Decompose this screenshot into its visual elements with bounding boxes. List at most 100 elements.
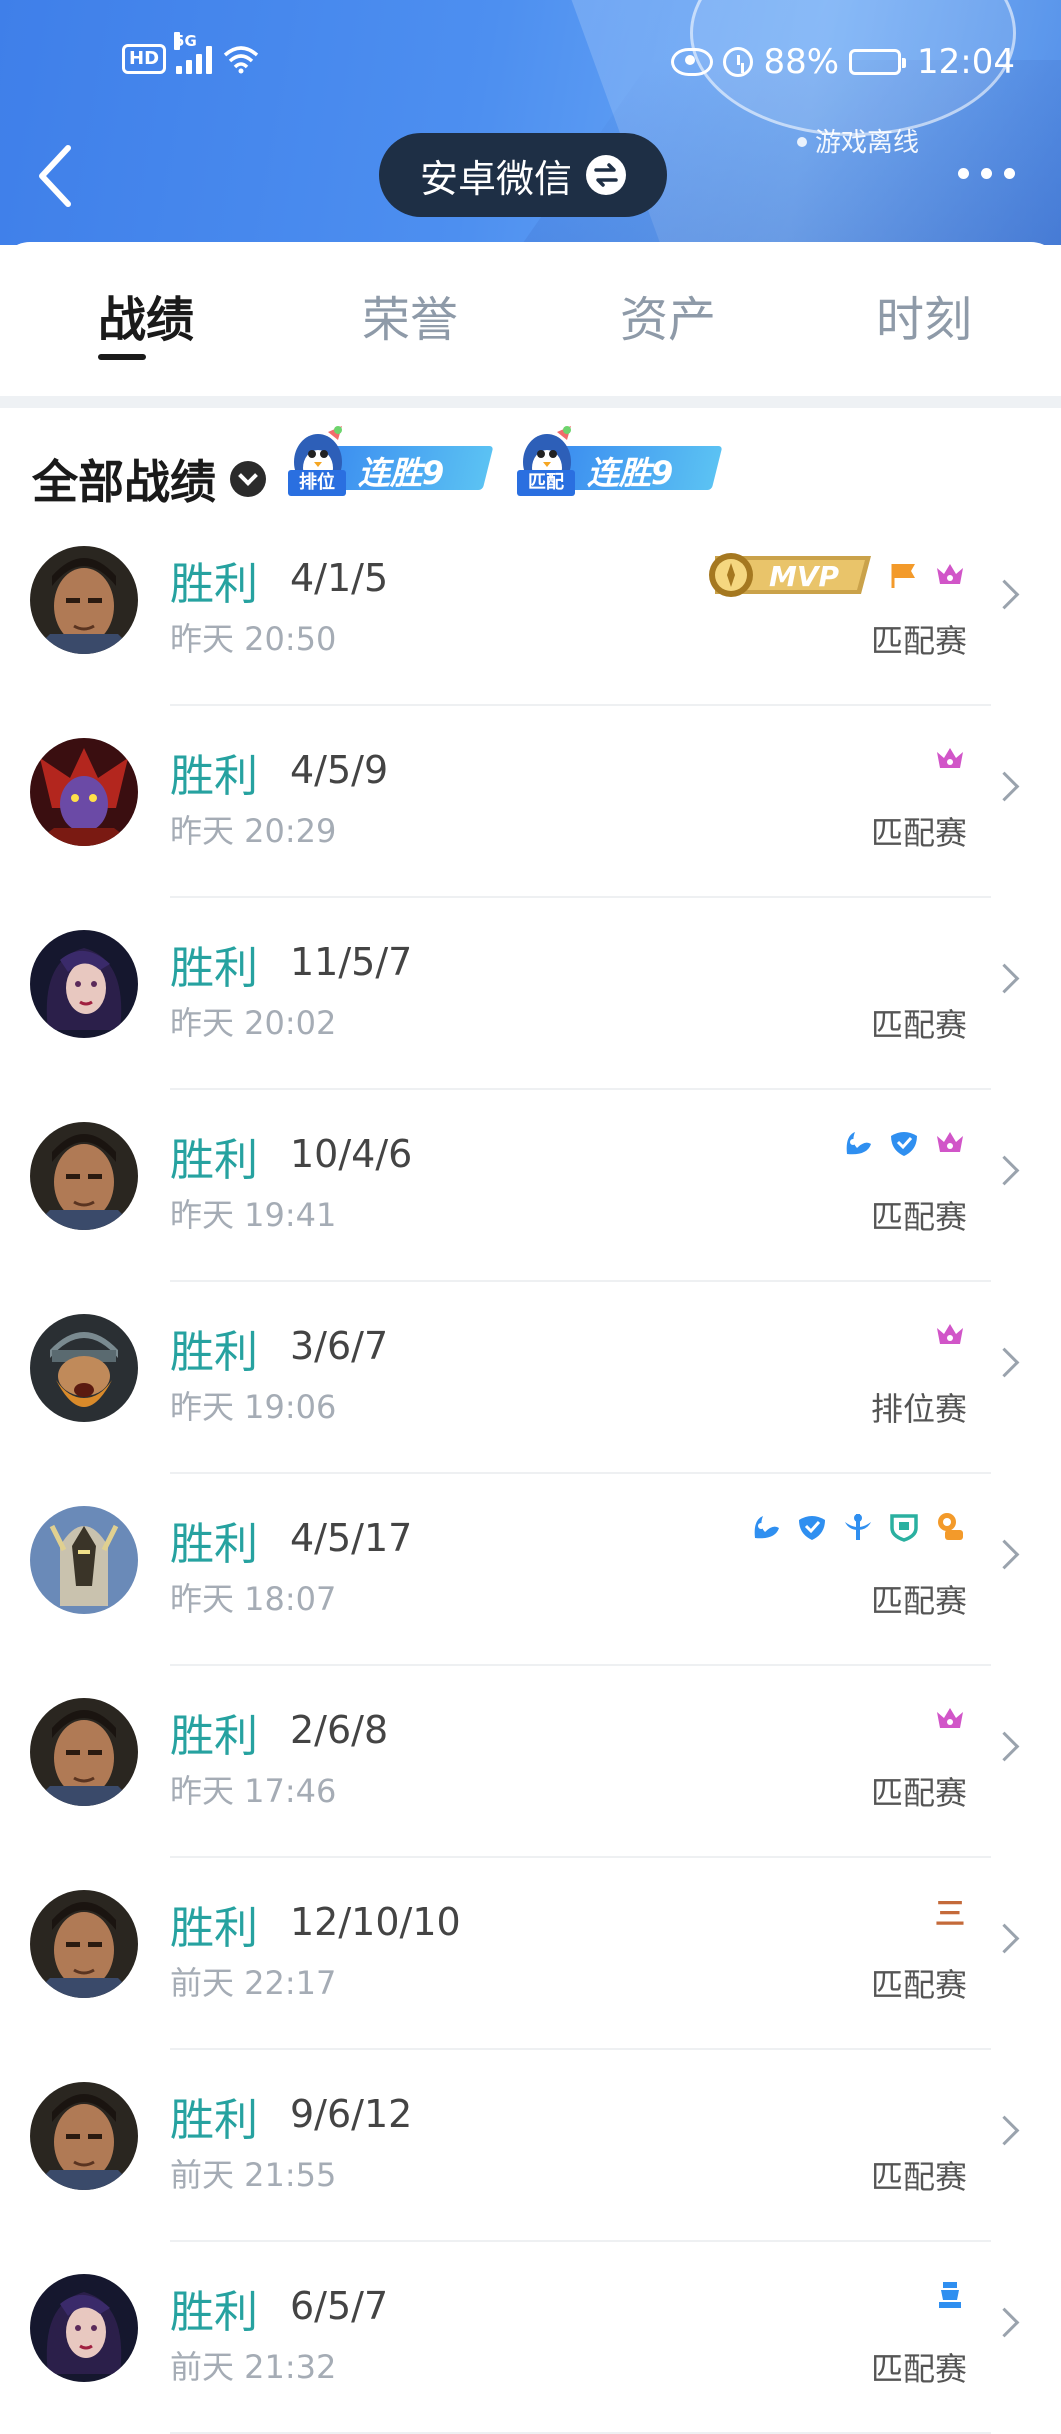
hero-avatar bbox=[30, 1314, 138, 1422]
account-switch-button[interactable]: 安卓微信 bbox=[379, 133, 667, 217]
match-kda: 4/5/17 bbox=[290, 1516, 413, 1560]
crown-icon bbox=[937, 1324, 963, 1344]
tab-assets[interactable]: 资产 bbox=[620, 280, 716, 350]
shield-icon bbox=[799, 1516, 825, 1540]
match-mode: 匹配赛 bbox=[870, 2350, 967, 2388]
account-switch-label: 安卓微信 bbox=[419, 156, 572, 201]
swap-icon bbox=[586, 155, 626, 195]
tab-bar: 战绩 荣誉 资产 时刻 bbox=[0, 242, 1061, 394]
more-options-button[interactable] bbox=[945, 158, 1015, 188]
hero-avatar bbox=[30, 930, 138, 1038]
match-row[interactable]: 胜利 4/5/9 昨天 20:29 匹配赛 bbox=[0, 706, 1061, 898]
chevron-right-icon bbox=[989, 1731, 1020, 1762]
match-time: 前天 22:17 bbox=[170, 1964, 337, 2002]
section-divider bbox=[0, 396, 1061, 408]
match-row[interactable]: 胜利 12/10/10 前天 22:17 三 匹配赛 bbox=[0, 1858, 1061, 2050]
back-arrow-icon bbox=[39, 145, 71, 207]
match-mode: 匹配赛 bbox=[870, 1582, 967, 1620]
chevron-right-icon bbox=[989, 2307, 1020, 2338]
match-time: 前天 21:55 bbox=[170, 2156, 337, 2194]
hero-avatar bbox=[30, 2274, 138, 2382]
match-row[interactable]: 胜利 4/5/17 昨天 18:07 匹配赛 bbox=[0, 1474, 1061, 1666]
match-mode: 排位赛 bbox=[870, 1390, 967, 1428]
chevron-right-icon bbox=[989, 2115, 1020, 2146]
casual-streak-badge: 匹配 连胜9 bbox=[517, 414, 723, 500]
match-mode: 匹配赛 bbox=[870, 1966, 967, 2004]
match-badges bbox=[933, 2278, 967, 2312]
record-filter-dropdown[interactable]: 全部战绩 bbox=[32, 446, 266, 512]
match-list: 胜利 4/1/5 昨天 20:50 MVP 匹配赛 胜利 4/5/9 昨天 20… bbox=[0, 514, 1061, 2434]
chevron-right-icon bbox=[989, 963, 1020, 994]
match-kda: 4/5/9 bbox=[290, 748, 389, 792]
chevron-right-icon bbox=[989, 1347, 1020, 1378]
match-result: 胜利 bbox=[170, 2095, 258, 2146]
match-kda: 12/10/10 bbox=[290, 1900, 461, 1944]
match-time: 昨天 20:02 bbox=[170, 1004, 337, 1042]
coin-icon bbox=[938, 1513, 963, 1540]
dot bbox=[981, 167, 992, 179]
match-badges: 三 bbox=[933, 1894, 967, 1932]
battery-icon bbox=[849, 49, 907, 75]
crown-icon bbox=[937, 1132, 963, 1152]
eye-comfort-icon bbox=[671, 48, 714, 76]
match-row[interactable]: 胜利 3/6/7 昨天 19:06 排位赛 bbox=[0, 1282, 1061, 1474]
match-result: 胜利 bbox=[170, 751, 258, 802]
match-kda: 2/6/8 bbox=[290, 1708, 389, 1752]
match-result: 胜利 bbox=[170, 1711, 258, 1762]
match-row[interactable]: 胜利 4/1/5 昨天 20:50 MVP 匹配赛 bbox=[0, 514, 1061, 706]
match-mode: 匹配赛 bbox=[870, 2158, 967, 2196]
match-row[interactable]: 胜利 2/6/8 昨天 17:46 匹配赛 bbox=[0, 1666, 1061, 1858]
back-button[interactable] bbox=[30, 140, 82, 212]
match-mode: 匹配赛 bbox=[870, 622, 967, 660]
hd-icon: HD bbox=[122, 44, 167, 74]
crown-icon bbox=[937, 1708, 963, 1728]
support-icon bbox=[845, 1514, 871, 1540]
match-result: 胜利 bbox=[170, 1519, 258, 1570]
dot bbox=[958, 167, 969, 179]
match-mode: 匹配赛 bbox=[870, 814, 967, 852]
streak-text: 连胜9 bbox=[587, 454, 674, 492]
hero-avatar bbox=[30, 1890, 138, 1998]
crown-icon bbox=[937, 564, 963, 584]
sword-icon bbox=[754, 1516, 779, 1539]
chevron-right-icon bbox=[989, 1539, 1020, 1570]
sword-icon bbox=[846, 1132, 871, 1155]
game-status-label: 游戏离线 bbox=[785, 126, 931, 160]
mvp-badge: MVP bbox=[701, 550, 875, 600]
match-badges bbox=[749, 1510, 967, 1544]
match-time: 前天 21:32 bbox=[170, 2348, 337, 2386]
hero-avatar bbox=[30, 1122, 138, 1230]
match-row[interactable]: 胜利 11/5/7 昨天 20:02 匹配赛 bbox=[0, 898, 1061, 1090]
match-badges bbox=[933, 1702, 967, 1736]
hero-avatar bbox=[30, 1506, 138, 1614]
match-row[interactable]: 胜利 9/6/12 前天 21:55 匹配赛 bbox=[0, 2050, 1061, 2242]
tab-honor[interactable]: 荣誉 bbox=[362, 280, 458, 350]
tab-record[interactable]: 战绩 bbox=[98, 280, 194, 350]
game-status-text: 游戏离线 bbox=[815, 128, 920, 158]
match-kda: 11/5/7 bbox=[290, 940, 413, 984]
ranked-streak-badge: 排位 连胜9 bbox=[288, 414, 494, 500]
wifi-icon bbox=[223, 46, 259, 74]
match-result: 胜利 bbox=[170, 1903, 258, 1954]
filter-title: 全部战绩 bbox=[32, 455, 216, 509]
match-row[interactable]: 胜利 6/5/7 前天 21:32 匹配赛 bbox=[0, 2242, 1061, 2434]
match-time: 昨天 19:41 bbox=[170, 1196, 337, 1234]
chevron-right-icon bbox=[989, 1155, 1020, 1186]
streak-mode-tag: 排位 bbox=[288, 470, 346, 496]
match-kda: 9/6/12 bbox=[290, 2092, 413, 2136]
svg-text:MVP: MVP bbox=[769, 560, 840, 593]
triple-kill-icon: 三 bbox=[935, 1897, 965, 1932]
match-kda: 10/4/6 bbox=[290, 1132, 413, 1176]
match-mode: 匹配赛 bbox=[870, 1774, 967, 1812]
signal-icon: 5G bbox=[174, 32, 213, 74]
match-result: 胜利 bbox=[170, 559, 258, 610]
match-row[interactable]: 胜利 10/4/6 昨天 19:41 匹配赛 bbox=[0, 1090, 1061, 1282]
network-type: 5G bbox=[174, 32, 197, 50]
streak-text: 连胜9 bbox=[358, 454, 445, 492]
tab-moments[interactable]: 时刻 bbox=[876, 280, 972, 350]
guard-icon bbox=[890, 1514, 918, 1542]
status-right: 88% 12:04 bbox=[671, 42, 1015, 82]
flag-icon bbox=[891, 564, 915, 588]
match-result: 胜利 bbox=[170, 2287, 258, 2338]
hero-avatar bbox=[30, 546, 138, 654]
